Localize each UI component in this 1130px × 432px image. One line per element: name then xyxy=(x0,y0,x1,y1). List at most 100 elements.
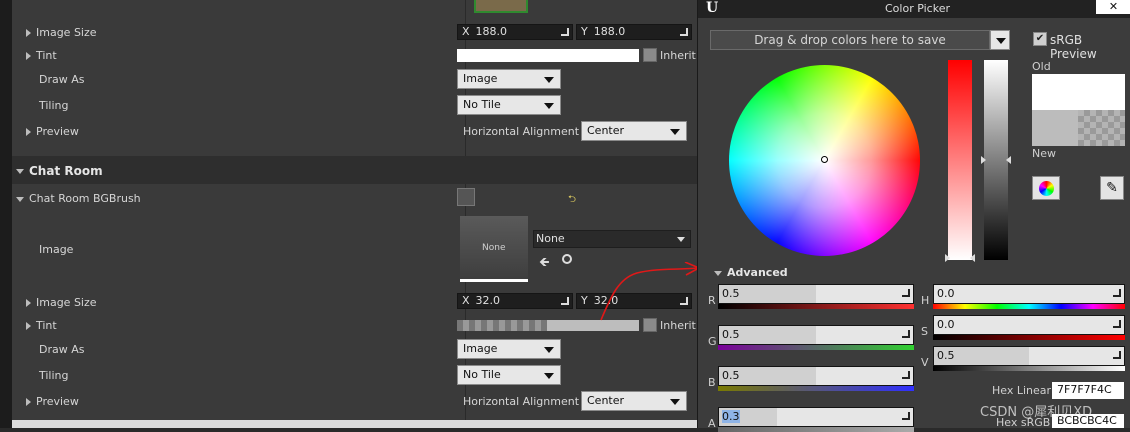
drag-corner-icon xyxy=(1113,289,1121,297)
browse-asset-icon[interactable] xyxy=(562,254,572,264)
image-size-x-input-2[interactable]: X 32.0 xyxy=(457,293,573,309)
color-wheel-icon xyxy=(1039,181,1054,196)
tint-row[interactable]: Tint xyxy=(26,49,57,62)
chat-room-category[interactable]: Chat Room xyxy=(12,156,697,184)
close-icon: ✕ xyxy=(1108,0,1119,13)
details-panel: Image Size X 188.0 Y 188.0 Tint Inherit Dr… xyxy=(12,0,697,420)
expand-arrow-icon xyxy=(26,29,31,37)
hsv-h-slider[interactable]: 0.0 xyxy=(933,284,1125,304)
draw-as-dropdown-2[interactable]: Image xyxy=(457,339,561,359)
tiling-dropdown-2[interactable]: No Tile xyxy=(457,365,561,385)
top-image-thumbnail[interactable] xyxy=(474,0,528,13)
collapse-arrow-icon xyxy=(16,196,24,202)
picker-titlebar[interactable]: U Color Picker ✕ xyxy=(698,0,1130,18)
draw-as-label: Draw As xyxy=(39,73,85,86)
tiling-label-2: Tiling xyxy=(39,369,69,382)
hsv-s-gradient xyxy=(933,335,1125,340)
horizontal-alignment-label-2: Horizontal Alignment xyxy=(463,395,580,408)
hex-linear-input[interactable]: 7F7F7F4C xyxy=(1052,382,1124,399)
expand-arrow-icon xyxy=(26,322,31,330)
editor-left-strip xyxy=(0,0,12,428)
image-size-x-input[interactable]: X 188.0 xyxy=(457,24,573,40)
inherit-checkbox[interactable] xyxy=(643,48,657,62)
category-header: Chat Room xyxy=(16,164,103,178)
hsv-v-label: V xyxy=(921,356,929,369)
drag-corner-icon xyxy=(680,28,688,36)
color-wheel-mode-button[interactable] xyxy=(1032,176,1060,200)
hsv-s-label: S xyxy=(921,325,928,338)
eyedropper-icon: ✎ xyxy=(1106,180,1118,196)
annotation-arrow xyxy=(600,262,701,321)
tint-row-2[interactable]: Tint xyxy=(26,319,57,332)
drag-corner-icon xyxy=(561,297,569,305)
reset-to-default-icon[interactable]: ⮌ xyxy=(568,192,576,209)
brush-color-swatch[interactable] xyxy=(457,188,475,206)
saved-colors-menu-button[interactable] xyxy=(990,30,1010,50)
old-color-swatch xyxy=(1032,74,1125,110)
srgb-preview-label: sRGB Preview xyxy=(1050,33,1097,61)
dropdown-arrow-icon xyxy=(670,399,680,405)
eyedropper-button[interactable]: ✎ xyxy=(1100,176,1124,200)
collapse-arrow-icon xyxy=(16,169,24,174)
draw-as-dropdown[interactable]: Image xyxy=(457,69,561,89)
brush-row[interactable]: Chat Room BGBrush xyxy=(16,192,141,205)
dropdown-arrow-icon xyxy=(544,373,554,379)
drag-corner-icon xyxy=(561,28,569,36)
inherit-label: Inherit xyxy=(660,49,696,62)
horizontal-alignment-label: Horizontal Alignment xyxy=(463,125,580,138)
tiling-label: Tiling xyxy=(39,99,69,112)
expand-arrow-icon xyxy=(26,128,31,136)
hsv-s-slider[interactable]: 0.0 xyxy=(933,315,1125,335)
draw-as-label-2: Draw As xyxy=(39,343,85,356)
image-size-y-input[interactable]: Y 188.0 xyxy=(576,24,692,40)
value-slider[interactable] xyxy=(981,60,1011,260)
drag-corner-icon xyxy=(1113,320,1121,328)
srgb-preview-checkbox[interactable]: ✔ xyxy=(1033,32,1047,46)
hsv-h-label: H xyxy=(921,294,930,307)
unreal-logo-icon: U xyxy=(706,0,719,16)
saturation-slider[interactable] xyxy=(945,60,975,262)
use-selected-asset-icon[interactable]: 🡸 xyxy=(539,253,550,275)
saved-colors-bar[interactable]: Drag & drop colors here to save xyxy=(710,30,990,50)
drag-corner-icon xyxy=(1113,351,1121,359)
expand-arrow-icon xyxy=(26,52,31,60)
advanced-section-toggle[interactable]: Advanced xyxy=(714,266,788,279)
hex-linear-label: Hex Linear xyxy=(992,384,1052,397)
tiling-dropdown[interactable]: No Tile xyxy=(457,95,561,115)
tint-color-swatch[interactable] xyxy=(457,49,639,62)
dropdown-arrow-icon xyxy=(544,77,554,83)
image-size-row[interactable]: Image Size xyxy=(26,26,97,39)
hsv-v-value: 0.5 xyxy=(937,349,955,362)
chevron-down-icon xyxy=(996,38,1006,44)
dropdown-arrow-icon xyxy=(544,347,554,353)
horizontal-alignment-dropdown-2[interactable]: Center xyxy=(581,391,687,411)
asset-picker-combo[interactable]: None xyxy=(533,230,691,248)
color-wheel[interactable] xyxy=(729,65,920,256)
hsv-h-value: 0.0 xyxy=(937,287,955,300)
expand-arrow-icon xyxy=(26,299,31,307)
checkmark-icon: ✔ xyxy=(1035,33,1045,44)
horizontal-alignment-dropdown[interactable]: Center xyxy=(581,121,687,141)
preview-row-2[interactable]: Preview xyxy=(26,395,79,408)
watermark-text: CSDN @犀利贝XD xyxy=(980,405,1093,420)
dropdown-arrow-icon xyxy=(544,103,554,109)
image-label: Image xyxy=(39,243,74,256)
dropdown-arrow-icon xyxy=(677,237,685,242)
window-bottom-edge xyxy=(12,420,697,428)
old-color-label: Old xyxy=(1032,60,1051,73)
dropdown-arrow-icon xyxy=(670,129,680,135)
new-color-label: New xyxy=(1032,147,1056,160)
new-color-swatch xyxy=(1032,110,1125,146)
expand-arrow-icon xyxy=(26,398,31,406)
wheel-selector-icon[interactable] xyxy=(821,156,828,163)
color-picker-window: U Color Picker ✕ Drag & drop colors here… xyxy=(697,0,1130,432)
picker-title: Color Picker xyxy=(885,2,950,15)
hsv-h-gradient xyxy=(933,304,1125,309)
close-button[interactable]: ✕ xyxy=(1096,0,1130,14)
hsv-v-gradient xyxy=(933,366,1125,371)
hsv-v-slider[interactable]: 0.5 xyxy=(933,346,1125,366)
collapse-arrow-icon xyxy=(714,270,722,276)
image-thumbnail[interactable]: None xyxy=(460,216,528,282)
preview-row[interactable]: Preview xyxy=(26,125,79,138)
image-size-row-2[interactable]: Image Size xyxy=(26,296,97,309)
